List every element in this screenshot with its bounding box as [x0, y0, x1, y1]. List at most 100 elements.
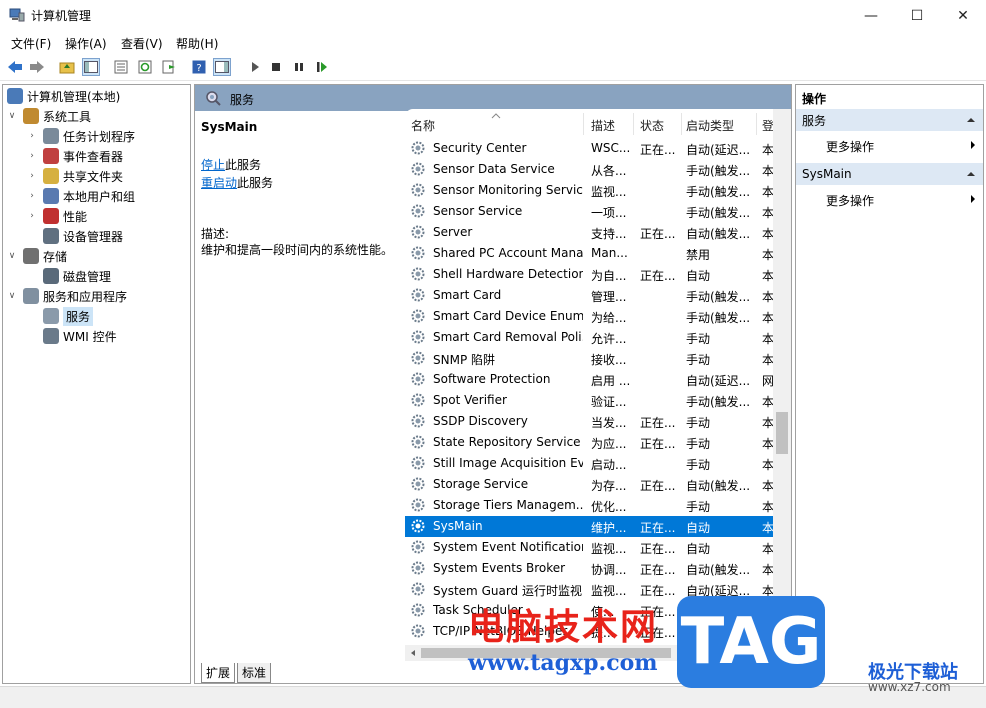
expand-toggle-icon[interactable]: ∨	[7, 251, 17, 261]
service-status: 正在...	[640, 479, 676, 493]
scroll-left-icon[interactable]	[409, 649, 417, 657]
service-name: SysMain	[433, 519, 483, 533]
column-header-status[interactable]: 状态	[640, 117, 664, 134]
service-startup: 手动(触发...	[686, 311, 751, 325]
expand-toggle-icon[interactable]: ›	[27, 191, 37, 201]
tab-extended-label: 扩展	[205, 666, 230, 680]
service-row[interactable]: SSDP Discovery 当发... 正在... 手动 本	[405, 411, 773, 432]
tree-item[interactable]: 设备管理器	[27, 226, 123, 246]
service-row[interactable]: Sensor Data Service 从各... 手动(触发... 本	[405, 159, 773, 180]
service-row[interactable]: Smart Card Device Enum... 为给... 手动(触发... 本	[405, 306, 773, 327]
service-row[interactable]: Server 支持... 正在... 自动(触发... 本	[405, 222, 773, 243]
help-icon[interactable]: ?	[190, 58, 208, 76]
service-name: Shell Hardware Detection	[433, 267, 583, 281]
refresh-icon[interactable]	[136, 58, 154, 76]
expand-toggle-icon[interactable]: ›	[27, 131, 37, 141]
column-divider[interactable]	[756, 113, 757, 135]
tree-item[interactable]: ∨ 存储	[7, 246, 67, 266]
services-rows: Security Center WSC... 正在... 自动(延迟... 本 Senso…	[405, 138, 773, 645]
more-actions-services[interactable]: 更多操作	[826, 138, 874, 155]
show-hide-tree-icon[interactable]	[82, 58, 100, 76]
service-row[interactable]: State Repository Service 为应... 正在... 手动 本	[405, 432, 773, 453]
tree-item[interactable]: ∨ 服务和应用程序	[7, 286, 127, 306]
service-name: Smart Card Removal Poli...	[433, 330, 583, 344]
close-button[interactable]: ✕	[940, 0, 986, 31]
vertical-scroll-thumb[interactable]	[776, 412, 788, 454]
service-row[interactable]: SysMain 维护... 正在... 自动 本	[405, 516, 773, 537]
tab-standard[interactable]: 标准	[237, 663, 271, 683]
service-row[interactable]: Smart Card 管理... 手动(触发... 本	[405, 285, 773, 306]
column-divider[interactable]	[583, 113, 584, 135]
restart-icon[interactable]	[313, 58, 331, 76]
service-row[interactable]: Shell Hardware Detection 为自... 正在... 自动 本	[405, 264, 773, 285]
tree-item[interactable]: › 共享文件夹	[27, 166, 123, 186]
service-startup: 自动	[686, 521, 711, 535]
tree-item[interactable]: 磁盘管理	[27, 266, 111, 286]
maximize-button[interactable]: ☐	[894, 0, 940, 31]
service-name: Spot Verifier	[433, 393, 507, 407]
column-header-description[interactable]: 描述	[591, 117, 615, 134]
tab-extended[interactable]: 扩展	[201, 663, 235, 683]
submenu-arrow-icon	[971, 195, 975, 203]
back-icon[interactable]	[6, 58, 24, 76]
restart-service-link[interactable]: 重启动	[201, 176, 237, 190]
menu-file[interactable]: 文件(F)	[11, 35, 51, 52]
service-desc: 为自...	[591, 269, 627, 283]
service-row[interactable]: Shared PC Account Mana... Man... 禁用 本	[405, 243, 773, 264]
collapse-up-icon[interactable]	[966, 171, 976, 177]
expand-toggle-icon[interactable]: ∨	[7, 111, 17, 121]
expand-toggle-icon[interactable]: ∨	[7, 291, 17, 301]
actions-group-sysmain-label: SysMain	[802, 167, 852, 181]
vertical-scrollbar[interactable]	[773, 109, 791, 661]
tree-item-label: 存储	[43, 249, 68, 264]
column-divider[interactable]	[681, 113, 682, 135]
expand-toggle-icon[interactable]: ›	[27, 151, 37, 161]
service-logon: 本	[762, 563, 773, 577]
show-pane-icon[interactable]	[213, 58, 231, 76]
service-row[interactable]: Storage Tiers Managem... 优化... 手动 本	[405, 495, 773, 516]
service-row[interactable]: Sensor Service 一项... 手动(触发... 本	[405, 201, 773, 222]
export-icon[interactable]	[160, 58, 178, 76]
service-row[interactable]: Sensor Monitoring Service 监视... 手动(触发... 本	[405, 180, 773, 201]
menu-help[interactable]: 帮助(H)	[176, 35, 218, 52]
tree-item[interactable]: 服务	[27, 306, 94, 326]
tree-item-label: 计算机管理(本地)	[27, 89, 121, 104]
column-divider[interactable]	[633, 113, 634, 135]
service-row[interactable]: System Events Broker 协调... 正在... 自动(触发... 本	[405, 558, 773, 579]
service-row[interactable]: Software Protection 启用 ... 自动(延迟... 网	[405, 369, 773, 390]
service-row[interactable]: Spot Verifier 验证... 手动(触发... 本	[405, 390, 773, 411]
pause-icon[interactable]	[290, 58, 308, 76]
tree-item[interactable]: › 本地用户和组	[27, 186, 135, 206]
menu-action[interactable]: 操作(A)	[65, 35, 107, 52]
properties-icon[interactable]	[112, 58, 130, 76]
service-row[interactable]: SNMP 陷阱 接收... 手动 本	[405, 348, 773, 369]
stop-icon[interactable]	[267, 58, 285, 76]
expand-toggle-icon[interactable]: ›	[27, 171, 37, 181]
service-row[interactable]: System Event Notification... 监视... 正在... 自动…	[405, 537, 773, 558]
column-header-name[interactable]: 名称	[411, 117, 435, 134]
stop-service-link[interactable]: 停止	[201, 158, 225, 172]
forward-icon[interactable]	[28, 58, 46, 76]
watermark-text: 电脑技术网	[468, 607, 659, 648]
tree-item[interactable]: › 性能	[27, 206, 87, 226]
tree-item[interactable]: 计算机管理(本地)	[7, 86, 120, 106]
service-row[interactable]: Security Center WSC... 正在... 自动(延迟... 本	[405, 138, 773, 159]
play-icon[interactable]	[246, 58, 264, 76]
actions-group-services[interactable]: 服务	[796, 109, 983, 131]
actions-group-sysmain[interactable]: SysMain	[796, 163, 983, 185]
service-row[interactable]: Storage Service 为存... 正在... 自动(触发... 本	[405, 474, 773, 495]
minimize-button[interactable]: —	[848, 0, 894, 31]
up-folder-icon[interactable]	[58, 58, 76, 76]
service-row[interactable]: Still Image Acquisition Ev... 启动... 手动 本	[405, 453, 773, 474]
column-header-startup-type[interactable]: 启动类型	[686, 117, 734, 134]
tree-item[interactable]: ∨ 系统工具	[7, 106, 91, 126]
tree-item-label: 服务和应用程序	[43, 289, 128, 304]
more-actions-sysmain[interactable]: 更多操作	[826, 192, 874, 209]
tree-item[interactable]: WMI 控件	[27, 326, 117, 346]
tree-item[interactable]: › 任务计划程序	[27, 126, 135, 146]
service-row[interactable]: Smart Card Removal Poli... 允许... 手动 本	[405, 327, 773, 348]
tree-item[interactable]: › 事件查看器	[27, 146, 123, 166]
menu-view[interactable]: 查看(V)	[121, 35, 163, 52]
expand-toggle-icon[interactable]: ›	[27, 211, 37, 221]
collapse-up-icon[interactable]	[966, 117, 976, 123]
